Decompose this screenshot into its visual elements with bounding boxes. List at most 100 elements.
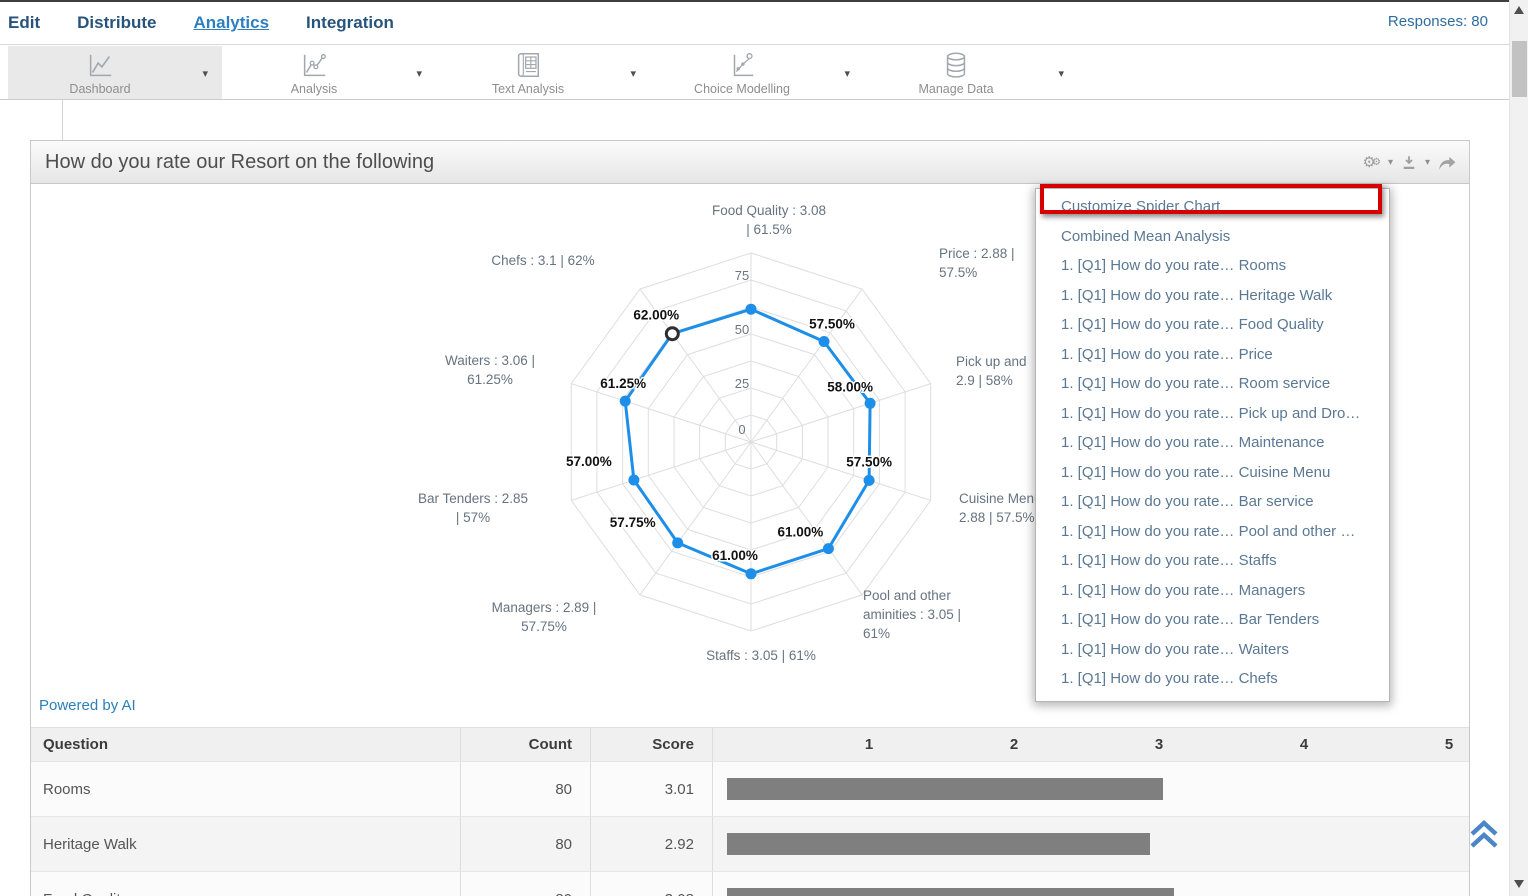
radar-tick-label: 50: [735, 322, 749, 337]
radar-category-label: 2.9 | 58%: [956, 373, 1013, 388]
chevron-down-icon[interactable]: ▾: [1388, 157, 1393, 168]
radar-category-label: Pool and other: [863, 588, 951, 603]
radar-data-point-waiters[interactable]: [620, 396, 631, 407]
scatter-line-chart-icon: [299, 50, 329, 80]
menu-item-1-q1-how-do-you-rate-maintenance[interactable]: 1. [Q1] How do you rate… Maintenance: [1036, 428, 1389, 458]
responses-count: Responses: 80: [1388, 13, 1488, 30]
score-bar: [727, 778, 1163, 800]
row-score-bar-cell: [713, 872, 1469, 896]
scores-table: QuestionCountScore12345Rooms803.01Herita…: [31, 727, 1469, 896]
toolbar-item-analysis[interactable]: Analysis▾: [222, 46, 436, 99]
radar-data-label: 58.00%: [827, 379, 873, 394]
radar-data-label: 61.00%: [778, 525, 824, 540]
nav-item-edit[interactable]: Edit: [8, 13, 40, 33]
radar-category-label: | 57%: [456, 510, 490, 525]
scrollbar-thumb[interactable]: [1512, 41, 1527, 97]
radar-category-label: Staffs : 3.05 | 61%: [706, 648, 816, 663]
radar-category-label: Chefs : 3.1 | 62%: [491, 253, 594, 268]
powered-by-ai-link[interactable]: Powered by AI: [39, 697, 136, 714]
chevron-down-icon[interactable]: ▾: [202, 67, 208, 80]
toolbar-item-label: Text Analysis: [492, 82, 564, 96]
menu-item-1-q1-how-do-you-rate-pick-up-and-dro[interactable]: 1. [Q1] How do you rate… Pick up and Dro…: [1036, 399, 1389, 429]
content-edge-line: [62, 100, 63, 140]
row-question: Rooms: [31, 762, 461, 816]
menu-item-1-q1-how-do-you-rate-waiters[interactable]: 1. [Q1] How do you rate… Waiters: [1036, 635, 1389, 665]
toolbar-item-label: Choice Modelling: [694, 82, 790, 96]
radar-data-label: 57.50%: [809, 317, 855, 332]
menu-item-1-q1-how-do-you-rate-staffs[interactable]: 1. [Q1] How do you rate… Staffs: [1036, 546, 1389, 576]
menu-item-1-q1-how-do-you-rate-chefs[interactable]: 1. [Q1] How do you rate… Chefs: [1036, 664, 1389, 694]
table-row-food-quality: Food Quality803.08: [31, 872, 1469, 896]
chevron-down-icon[interactable]: ▾: [1425, 157, 1430, 168]
nav-item-distribute[interactable]: Distribute: [77, 13, 156, 33]
radar-category-label: 61%: [863, 626, 890, 641]
table-header-scale: 12345: [713, 728, 1469, 761]
gears-icon[interactable]: ⚙⚙: [1363, 155, 1381, 170]
radar-category-label: Bar Tenders : 2.85: [418, 491, 528, 506]
radar-category-label: 61.25%: [467, 372, 513, 387]
table-row-heritage-walk: Heritage Walk802.92: [31, 817, 1469, 872]
menu-item-customize-spider-chart[interactable]: Customize Spider Chart: [1036, 192, 1389, 222]
chart-options-menu: Customize Spider ChartCombined Mean Anal…: [1035, 188, 1390, 702]
toolbar-item-choice-modelling[interactable]: Choice Modelling ▾: [650, 46, 864, 99]
menu-item-1-q1-how-do-you-rate-bar-tenders[interactable]: 1. [Q1] How do you rate… Bar Tenders: [1036, 605, 1389, 635]
radar-data-line: [625, 309, 870, 574]
toolbar-item-dashboard[interactable]: Dashboard ▾: [8, 46, 222, 99]
radar-data-label: 61.25%: [600, 376, 646, 391]
chevron-down-icon[interactable]: ▾: [416, 67, 422, 80]
scroll-to-top-button[interactable]: [1462, 812, 1506, 856]
radar-data-point-staffs[interactable]: [746, 568, 757, 579]
scale-label: 4: [1300, 736, 1308, 753]
radar-data-label: 61.00%: [712, 548, 758, 563]
panel-header-actions: ⚙⚙ ▾ ▾: [1363, 141, 1457, 184]
menu-item-1-q1-how-do-you-rate-heritage-walk[interactable]: 1. [Q1] How do you rate… Heritage Walk: [1036, 281, 1389, 311]
app-window: Edit Distribute Analytics Integration Respo…: [0, 0, 1528, 896]
nav-item-analytics[interactable]: Analytics: [193, 13, 269, 33]
radar-data-point-managers[interactable]: [672, 537, 683, 548]
menu-item-1-q1-how-do-you-rate-pool-and-other[interactable]: 1. [Q1] How do you rate… Pool and other …: [1036, 517, 1389, 547]
chevron-down-icon[interactable]: ▾: [630, 67, 636, 80]
toolbar-item-label: Dashboard: [69, 82, 130, 96]
row-question: Food Quality: [31, 872, 461, 896]
radar-category-label: 57.5%: [939, 265, 977, 280]
radar-data-point-chefs[interactable]: [666, 328, 678, 340]
radar-category-label: Price : 2.88 |: [939, 246, 1015, 261]
radar-data-point-bar-tenders[interactable]: [628, 475, 639, 486]
radar-data-label: 57.50%: [846, 454, 892, 469]
table-row-rooms: Rooms803.01: [31, 762, 1469, 817]
scale-label: 1: [865, 736, 873, 753]
analytics-toolbar: Dashboard▾Analysis▾Text Analysis▾Choice …: [0, 46, 1509, 100]
menu-item-1-q1-how-do-you-rate-bar-service[interactable]: 1. [Q1] How do you rate… Bar service: [1036, 487, 1389, 517]
row-count: 80: [461, 817, 591, 871]
radar-axis-spoke: [571, 384, 751, 442]
scale-label: 2: [1010, 736, 1018, 753]
table-header-score: Score: [591, 728, 713, 761]
nav-item-integration[interactable]: Integration: [306, 13, 394, 33]
menu-item-1-q1-how-do-you-rate-price[interactable]: 1. [Q1] How do you rate… Price: [1036, 340, 1389, 370]
toolbar-item-text-analysis[interactable]: Text Analysis ▾: [436, 46, 650, 99]
scrollbar-up-arrow[interactable]: [1514, 6, 1524, 14]
radar-data-point-price[interactable]: [819, 336, 830, 347]
chevron-down-icon[interactable]: ▾: [844, 67, 850, 80]
radar-data-point-pool-and-other-aminities[interactable]: [823, 543, 834, 554]
scale-label: 5: [1445, 736, 1453, 753]
menu-item-1-q1-how-do-you-rate-managers[interactable]: 1. [Q1] How do you rate… Managers: [1036, 576, 1389, 606]
scrollbar-down-arrow[interactable]: [1514, 880, 1524, 888]
row-score: 3.01: [591, 762, 713, 816]
radar-data-point-pick-up-and-drop[interactable]: [865, 398, 876, 409]
menu-item-1-q1-how-do-you-rate-cuisine-menu[interactable]: 1. [Q1] How do you rate… Cuisine Menu: [1036, 458, 1389, 488]
toolbar-item-manage-data[interactable]: Manage Data▾: [864, 46, 1078, 99]
radar-category-label: Managers : 2.89 |: [492, 600, 597, 615]
radar-tick-label: 0: [738, 422, 745, 437]
radar-data-point-cuisine-menu[interactable]: [864, 475, 875, 486]
menu-item-combined-mean-analysis[interactable]: Combined Mean Analysis: [1036, 222, 1389, 252]
share-icon[interactable]: [1437, 154, 1457, 172]
row-score: 3.08: [591, 872, 713, 896]
chevron-down-icon[interactable]: ▾: [1058, 67, 1064, 80]
radar-data-point-food-quality[interactable]: [746, 304, 757, 315]
row-score-bar-cell: [713, 817, 1469, 871]
menu-item-1-q1-how-do-you-rate-room-service[interactable]: 1. [Q1] How do you rate… Room service: [1036, 369, 1389, 399]
download-icon[interactable]: [1400, 154, 1418, 172]
menu-item-1-q1-how-do-you-rate-food-quality[interactable]: 1. [Q1] How do you rate… Food Quality: [1036, 310, 1389, 340]
menu-item-1-q1-how-do-you-rate-rooms[interactable]: 1. [Q1] How do you rate… Rooms: [1036, 251, 1389, 281]
